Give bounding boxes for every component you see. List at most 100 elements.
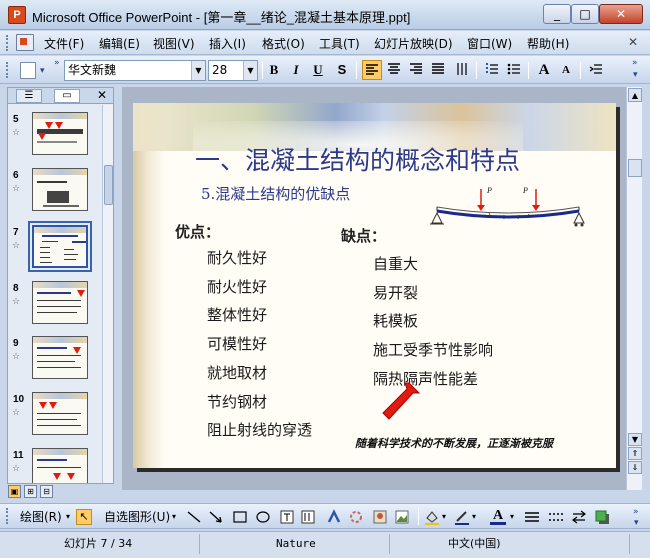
toolbar-expand-icon[interactable]: » bbox=[632, 58, 638, 68]
previous-slide-icon[interactable]: ⇑ bbox=[628, 447, 642, 460]
slideshow-view-button[interactable]: ⊟ bbox=[40, 485, 53, 498]
slide-thumbnail-10[interactable]: 10 ☆ bbox=[8, 392, 102, 442]
align-center-button[interactable] bbox=[384, 60, 404, 80]
menu-slideshow[interactable]: 幻灯片放映(D) bbox=[374, 35, 453, 52]
rectangle-icon[interactable] bbox=[232, 509, 248, 525]
toolbar-expand-icon[interactable]: » bbox=[54, 58, 60, 68]
chevron-down-icon[interactable]: ▼ bbox=[191, 61, 205, 80]
maximize-button[interactable]: □ bbox=[571, 4, 599, 24]
toolbar-expand-icon[interactable]: » bbox=[633, 507, 639, 517]
normal-view-button[interactable]: ▣ bbox=[8, 485, 21, 498]
new-document-icon[interactable] bbox=[20, 62, 36, 79]
draw-menu-button[interactable]: 绘图(R) bbox=[20, 508, 62, 526]
autoshapes-menu-button[interactable]: 自选图形(U) bbox=[104, 508, 170, 526]
chevron-down-icon[interactable]: ▾ bbox=[472, 508, 476, 526]
line-style-icon[interactable] bbox=[524, 509, 540, 525]
menu-edit[interactable]: 编辑(E) bbox=[99, 35, 140, 52]
font-color-icon[interactable]: A bbox=[490, 509, 506, 525]
red-arrow-icon[interactable] bbox=[377, 379, 423, 423]
align-left-button[interactable] bbox=[362, 60, 382, 80]
beam-diagram[interactable]: P P bbox=[429, 183, 587, 243]
next-slide-icon[interactable]: ⇓ bbox=[628, 461, 642, 474]
powerpoint-app-icon[interactable]: P bbox=[8, 6, 26, 24]
increase-font-button[interactable]: A bbox=[534, 60, 554, 80]
pros-item[interactable]: 整体性好 bbox=[207, 304, 267, 325]
bullets-button[interactable] bbox=[504, 60, 524, 80]
scrollbar-thumb[interactable] bbox=[104, 165, 113, 205]
menu-format[interactable]: 格式(O) bbox=[262, 35, 305, 52]
oval-icon[interactable] bbox=[255, 509, 271, 525]
toolbar-grip[interactable] bbox=[6, 508, 10, 524]
menu-file[interactable]: 文件(F) bbox=[44, 35, 84, 52]
menu-window[interactable]: 窗口(W) bbox=[467, 35, 512, 52]
scrollbar-thumb[interactable] bbox=[628, 159, 642, 177]
chevron-down-icon[interactable]: ▼ bbox=[243, 61, 257, 80]
toolbar-options-chevron-icon[interactable]: ▾ bbox=[40, 66, 45, 76]
underline-button[interactable]: U bbox=[308, 60, 328, 80]
menu-view[interactable]: 视图(V) bbox=[153, 35, 195, 52]
slide-thumbnail-9[interactable]: 9 ☆ bbox=[8, 336, 102, 386]
dash-style-icon[interactable] bbox=[548, 509, 564, 525]
italic-button[interactable]: I bbox=[286, 60, 306, 80]
select-objects-icon[interactable]: ↖ bbox=[76, 509, 92, 525]
slide-canvas[interactable]: 一、混凝土结构的概念和特点 5.混凝土结构的优缺点 优点： 耐久性好 耐火性好 … bbox=[133, 103, 616, 468]
chevron-down-icon[interactable]: ▾ bbox=[510, 508, 514, 526]
chevron-down-icon[interactable]: ▾ bbox=[172, 508, 176, 526]
slide-note-text[interactable]: 随着科学技术的不断发展，正逐渐被克服 bbox=[355, 435, 565, 452]
numbering-button[interactable] bbox=[482, 60, 502, 80]
minimize-button[interactable]: _ bbox=[543, 4, 571, 24]
chevron-down-icon[interactable]: ▾ bbox=[66, 508, 70, 526]
slide-subtitle[interactable]: 5.混凝土结构的优缺点 bbox=[201, 183, 350, 204]
clip-art-icon[interactable] bbox=[372, 509, 388, 525]
toolbar-options-chevron-icon[interactable]: ▾ bbox=[634, 518, 639, 528]
text-box-icon[interactable] bbox=[279, 509, 295, 525]
slide-thumbnail-7[interactable]: 7 ☆ bbox=[8, 221, 102, 275]
scroll-up-icon[interactable]: ▲ bbox=[628, 88, 642, 102]
slide-vertical-scrollbar[interactable]: ▲ ▼ ⇑ ⇓ bbox=[626, 87, 642, 490]
tab-slides[interactable]: ▭ bbox=[54, 89, 80, 103]
vertical-text-button[interactable] bbox=[452, 60, 472, 80]
slides-pane-scrollbar[interactable] bbox=[102, 105, 113, 483]
fill-color-icon[interactable] bbox=[424, 509, 440, 525]
pros-heading[interactable]: 优点： bbox=[175, 221, 220, 242]
arrow-icon[interactable] bbox=[208, 509, 224, 525]
cons-item[interactable]: 自重大 bbox=[373, 253, 418, 274]
menu-help[interactable]: 帮助(H) bbox=[527, 35, 569, 52]
bold-button[interactable]: B bbox=[264, 60, 284, 80]
distributed-align-button[interactable] bbox=[428, 60, 448, 80]
decrease-font-button[interactable]: A bbox=[556, 60, 576, 80]
font-size-select[interactable]: 28 ▼ bbox=[208, 60, 258, 81]
chevron-down-icon[interactable]: ▾ bbox=[442, 508, 446, 526]
shadow-style-icon[interactable] bbox=[594, 509, 610, 525]
text-shadow-button[interactable]: S bbox=[332, 60, 352, 80]
close-button[interactable]: ✕ bbox=[599, 4, 643, 24]
pane-close-icon[interactable]: ✕ bbox=[97, 88, 107, 102]
document-close-icon[interactable]: ✕ bbox=[628, 35, 638, 49]
slide-thumbnail-6[interactable]: 6 ☆ bbox=[8, 168, 102, 218]
slide-thumbnail-5[interactable]: 5 ☆ bbox=[8, 112, 102, 162]
line-color-icon[interactable] bbox=[454, 509, 470, 525]
slide-title[interactable]: 一、混凝土结构的概念和特点 bbox=[195, 141, 520, 177]
menu-grip[interactable] bbox=[6, 35, 10, 51]
vertical-text-box-icon[interactable] bbox=[300, 509, 316, 525]
toolbar-options-chevron-icon[interactable]: ▾ bbox=[633, 70, 638, 80]
diagram-icon[interactable] bbox=[348, 509, 364, 525]
pros-item[interactable]: 耐火性好 bbox=[207, 276, 267, 297]
cons-item[interactable]: 施工受季节性影响 bbox=[373, 339, 493, 360]
decrease-indent-button[interactable] bbox=[586, 60, 606, 80]
menu-insert[interactable]: 插入(I) bbox=[209, 35, 246, 52]
pros-item[interactable]: 节约钢材 bbox=[207, 391, 267, 412]
picture-icon[interactable] bbox=[394, 509, 410, 525]
pros-item[interactable]: 耐久性好 bbox=[207, 247, 267, 268]
document-icon[interactable] bbox=[16, 34, 34, 51]
cons-item[interactable]: 易开裂 bbox=[373, 282, 418, 303]
arrow-style-icon[interactable] bbox=[571, 509, 587, 525]
pros-item[interactable]: 就地取材 bbox=[207, 362, 267, 383]
scroll-down-icon[interactable]: ▼ bbox=[628, 433, 642, 446]
font-name-select[interactable]: 华文新魏 ▼ bbox=[64, 60, 206, 81]
cons-item[interactable]: 耗模板 bbox=[373, 310, 418, 331]
pros-item[interactable]: 可模性好 bbox=[207, 333, 267, 354]
menu-tools[interactable]: 工具(T) bbox=[319, 35, 360, 52]
align-right-button[interactable] bbox=[406, 60, 426, 80]
pros-item[interactable]: 阻止射线的穿透 bbox=[207, 419, 312, 440]
